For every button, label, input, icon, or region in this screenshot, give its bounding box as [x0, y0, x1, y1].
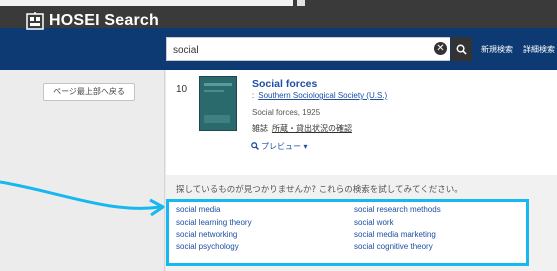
preview-label: プレビュー ▾ [261, 142, 308, 151]
suggestion-link[interactable]: social psychology [176, 242, 239, 251]
suggestion-link[interactable]: social media marketing [354, 230, 436, 239]
suggestion-link[interactable]: social learning theory [176, 218, 252, 227]
suggestion-link[interactable]: social work [354, 218, 394, 227]
suggestion-link[interactable]: social cognitive theory [354, 242, 433, 251]
new-search-link[interactable]: 新規検索 [481, 44, 513, 55]
suggestion-link[interactable]: social research methods [354, 205, 441, 214]
holdings-link[interactable]: 所蔵・貸出状況の確認 [272, 124, 352, 133]
result-title-link[interactable]: Social forces [252, 78, 317, 90]
brand-name: HOSEI Search [49, 12, 160, 29]
search-input[interactable] [167, 39, 417, 62]
author-link[interactable]: Southern Sociological Society (U.S.) [258, 91, 387, 100]
site-logo[interactable]: HOSEI Search [25, 11, 159, 31]
publication-info: Social forces, 1925 [252, 108, 321, 117]
back-to-top-button[interactable]: ページ最上部へ戻る [43, 83, 135, 101]
logo-icon [26, 12, 44, 30]
search-field-wrapper [166, 37, 450, 62]
book-cover-image[interactable] [199, 76, 237, 131]
suggestion-link[interactable]: social networking [176, 230, 237, 239]
advanced-search-link[interactable]: 詳細検索 [523, 44, 555, 55]
holdings-row: 雑誌 所蔵・貸出状況の確認 [252, 123, 352, 134]
suggestions-prompt: 探しているものが見つかりませんか? これらの検索を試してみてください。 [176, 185, 463, 195]
author-colon: : [252, 91, 255, 100]
result-number: 10 [176, 84, 188, 95]
holdings-label: 雑誌 [252, 124, 268, 133]
annotation-arrow [0, 180, 165, 217]
preview-toggle[interactable]: プレビュー ▾ [251, 141, 308, 152]
search-button[interactable] [451, 37, 472, 61]
suggestion-link[interactable]: social media [176, 205, 220, 214]
top-tab-divider [297, 0, 305, 6]
clear-icon[interactable]: ✕ [434, 42, 447, 55]
result-author: : Southern Sociological Society (U.S.) [252, 91, 387, 100]
search-icon [456, 44, 467, 55]
preview-icon [251, 142, 259, 150]
top-tab-strip [0, 0, 293, 6]
